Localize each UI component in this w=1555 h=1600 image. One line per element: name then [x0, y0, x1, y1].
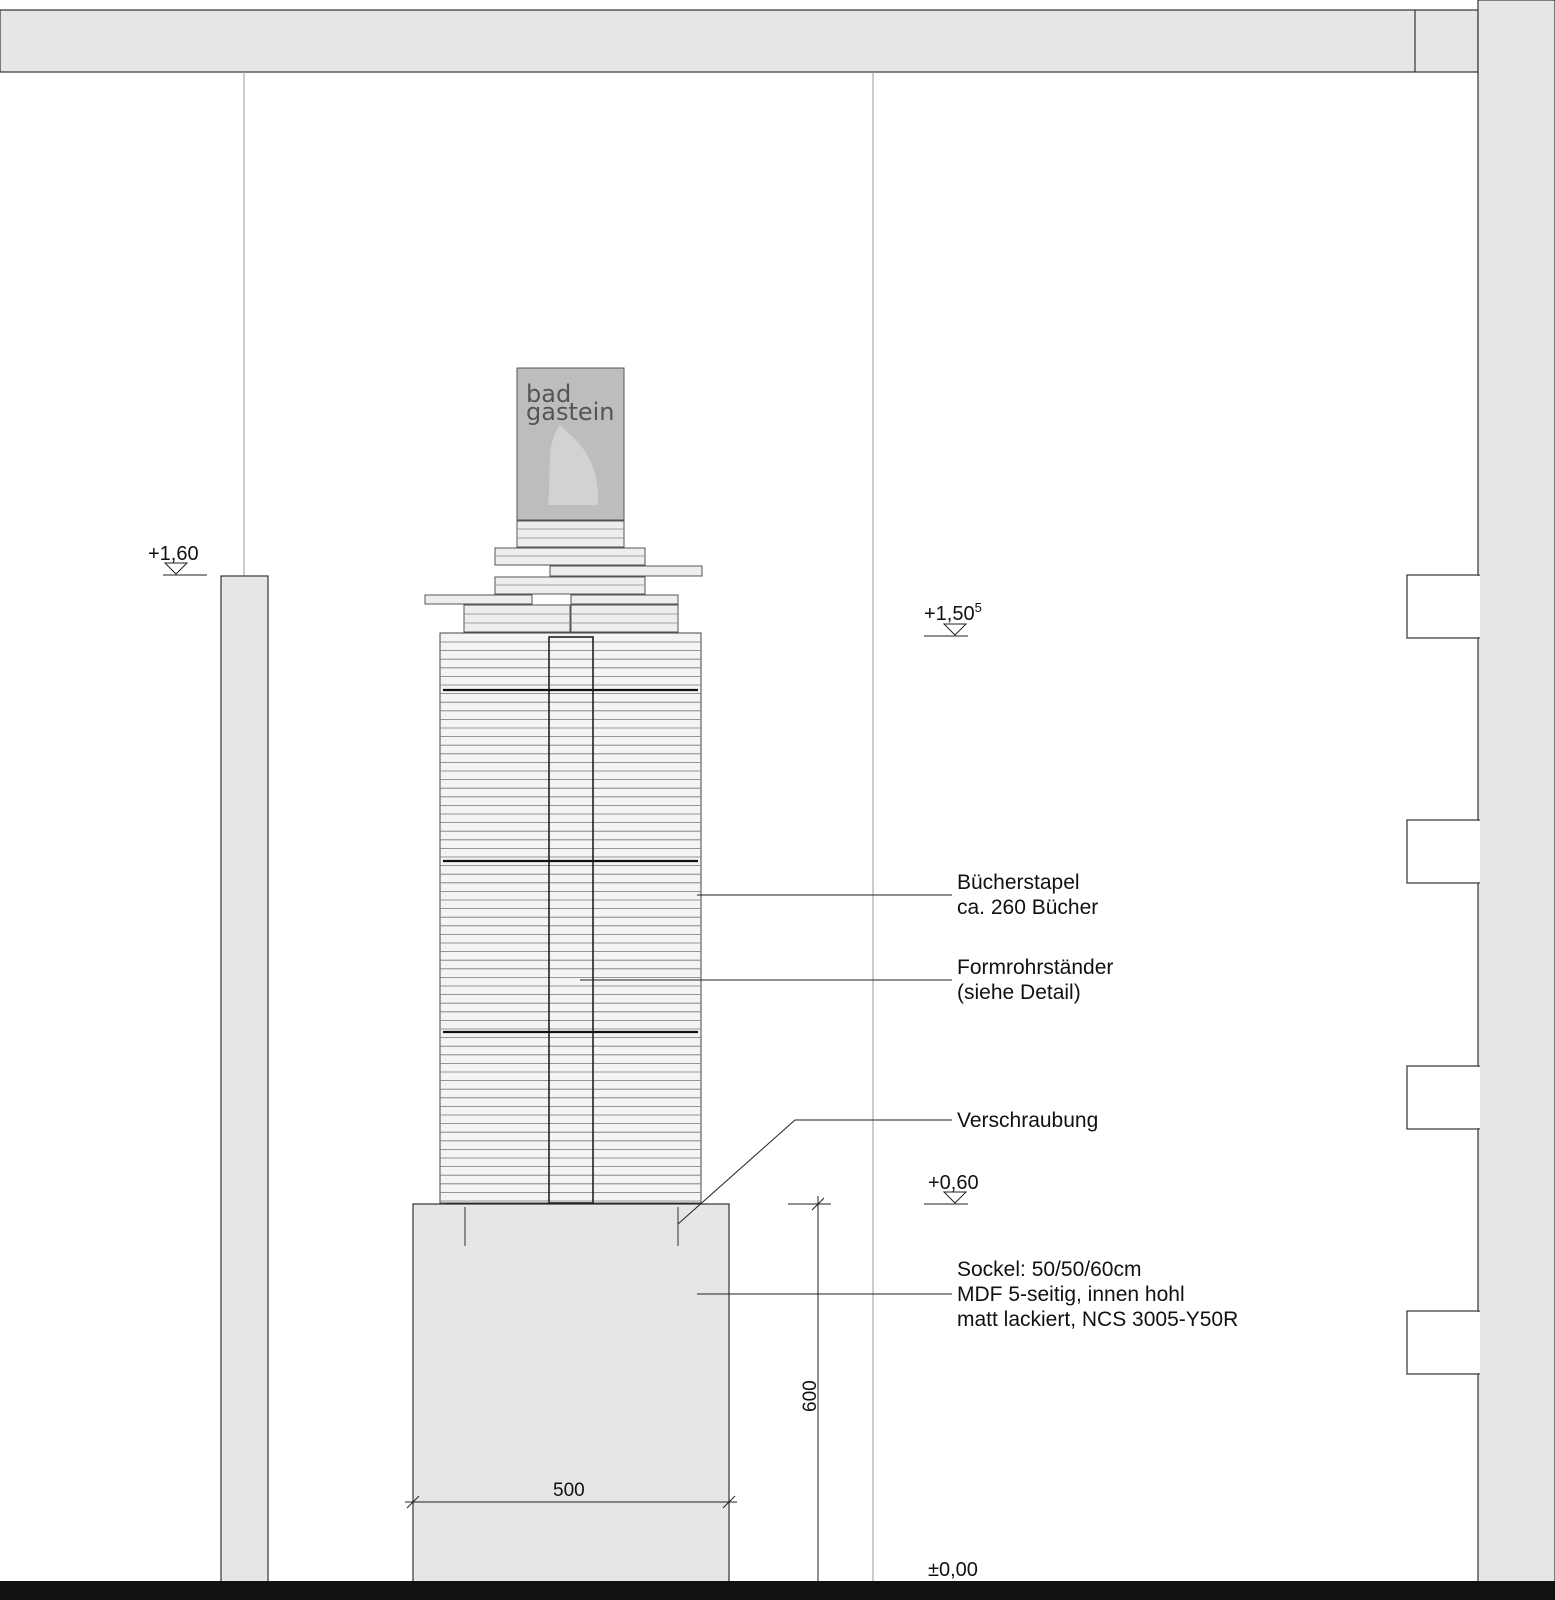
level-label: +0,60 [928, 1172, 979, 1194]
wall-niche [1406, 574, 1480, 639]
annotation-stand-line2: (siehe Detail) [957, 981, 1081, 1004]
book-stack [439, 632, 702, 1204]
left-column [220, 575, 269, 1587]
elevation-drawing: bad gastein +1,60 +1,505 +0,60 ±0,00 Büc… [0, 0, 1555, 1600]
level-marker-060: +0,60 [924, 1172, 979, 1205]
level-label: +1,60 [148, 543, 199, 565]
annotation-base-line2: MDF 5-seitig, innen hohl [957, 1283, 1185, 1306]
book [463, 604, 571, 633]
level-marker-160: +1,60 [148, 543, 207, 576]
floor-line [0, 1581, 1555, 1600]
book [494, 576, 646, 595]
book-stack-body [439, 632, 702, 1204]
annotation-books-line1: Bücherstapel [957, 871, 1080, 894]
level-label: +1,505 [924, 600, 982, 625]
book-cover: bad gastein [516, 367, 625, 521]
book [424, 594, 533, 605]
book [516, 520, 625, 548]
plinth [412, 1203, 730, 1587]
wall-niches [1406, 574, 1480, 1375]
book [494, 547, 646, 566]
book [549, 565, 703, 577]
level-label: ±0,00 [928, 1559, 978, 1581]
annotation-screw: Verschraubung [957, 1109, 1098, 1132]
book [570, 604, 679, 633]
annotation-books-line2: ca. 260 Bücher [957, 896, 1098, 919]
cover-title-line2: gastein [526, 398, 615, 426]
book [570, 594, 679, 605]
dimension-height-label: 600 [800, 1380, 821, 1412]
wall-niche [1406, 819, 1480, 884]
annotation-base-line3: matt lackiert, NCS 3005-Y50R [957, 1308, 1238, 1331]
right-wall [1477, 0, 1555, 1600]
wall-niche [1406, 1065, 1480, 1130]
level-marker-1505: +1,505 [924, 600, 982, 637]
annotation-base-line1: Sockel: 50/50/60cm [957, 1258, 1141, 1281]
dimension-width-label: 500 [553, 1480, 585, 1501]
ceiling-beam [0, 9, 1479, 73]
wall-niche [1406, 1310, 1480, 1375]
annotation-stand-line1: Formrohrständer [957, 956, 1113, 979]
